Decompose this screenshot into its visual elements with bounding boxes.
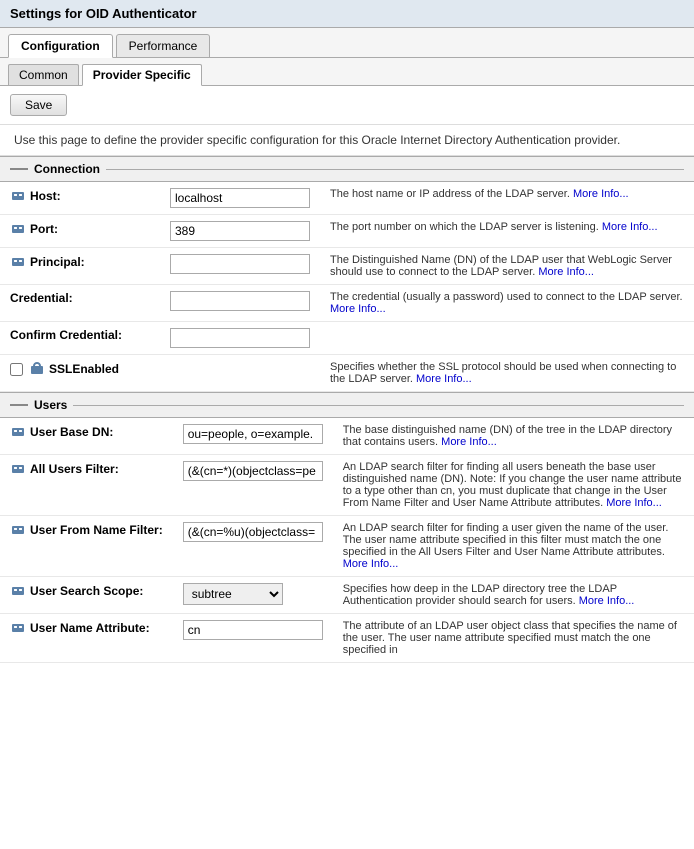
user-name-attribute-desc: The attribute of an LDAP user object cla…	[343, 620, 677, 656]
user-search-scope-label: User Search Scope:	[30, 584, 143, 598]
ssl-more-info[interactable]: More Info...	[416, 373, 472, 385]
tab-provider-specific[interactable]: Provider Specific	[82, 64, 202, 86]
ssl-checkbox[interactable]	[10, 363, 23, 376]
ssl-label: SSLEnabled	[49, 362, 119, 376]
user-base-dn-more-info[interactable]: More Info...	[441, 436, 497, 448]
user-name-attribute-label: User Name Attribute:	[30, 621, 150, 635]
principal-label: Principal:	[30, 255, 85, 269]
users-table: User Base DN: The base distinguished nam…	[0, 418, 694, 663]
connection-table: Host: The host name or IP address of the…	[0, 182, 694, 392]
table-row: User Name Attribute: The attribute of an…	[0, 614, 694, 663]
user-from-name-filter-label: User From Name Filter:	[30, 523, 163, 537]
user-from-name-filter-desc: An LDAP search filter for finding a user…	[343, 522, 669, 558]
host-field-icon	[10, 188, 26, 204]
page-title: Settings for OID Authenticator	[0, 0, 694, 28]
user-from-name-filter-more-info[interactable]: More Info...	[343, 558, 399, 570]
host-input[interactable]	[170, 188, 310, 208]
users-section-header: Users	[0, 392, 694, 418]
credential-more-info[interactable]: More Info...	[330, 303, 386, 315]
confirm-credential-label: Confirm Credential:	[10, 328, 122, 342]
port-label: Port:	[30, 222, 58, 236]
save-button[interactable]: Save	[10, 94, 67, 116]
tab-configuration[interactable]: Configuration	[8, 34, 113, 58]
all-users-filter-icon	[10, 461, 26, 477]
all-users-filter-more-info[interactable]: More Info...	[606, 497, 662, 509]
table-row: User From Name Filter: An LDAP search fi…	[0, 516, 694, 577]
table-row: SSLEnabled Specifies whether the SSL pro…	[0, 355, 694, 392]
credential-desc: The credential (usually a password) used…	[330, 291, 683, 303]
table-row: User Search Scope: subtree onelevel Spec…	[0, 577, 694, 614]
user-from-name-filter-icon	[10, 522, 26, 538]
confirm-credential-input[interactable]	[170, 328, 310, 348]
sub-tab-bar: Common Provider Specific	[0, 58, 694, 86]
principal-field-icon	[10, 254, 26, 270]
port-more-info[interactable]: More Info...	[602, 221, 658, 233]
page-description: Use this page to define the provider spe…	[0, 125, 694, 156]
all-users-filter-input[interactable]	[183, 461, 323, 481]
table-row: User Base DN: The base distinguished nam…	[0, 418, 694, 455]
user-search-scope-desc: Specifies how deep in the LDAP directory…	[343, 583, 617, 607]
table-row: All Users Filter: An LDAP search filter …	[0, 455, 694, 516]
table-row: Confirm Credential:	[0, 322, 694, 355]
connection-section-header: Connection	[0, 156, 694, 182]
table-row: Principal: The Distinguished Name (DN) o…	[0, 248, 694, 285]
host-label: Host:	[30, 189, 61, 203]
user-name-attribute-input[interactable]	[183, 620, 323, 640]
table-row: Credential: The credential (usually a pa…	[0, 285, 694, 322]
user-search-scope-more-info[interactable]: More Info...	[579, 595, 635, 607]
user-from-name-filter-input[interactable]	[183, 522, 323, 542]
principal-more-info[interactable]: More Info...	[538, 266, 594, 278]
principal-input[interactable]	[170, 254, 310, 274]
toolbar: Save	[0, 86, 694, 125]
user-base-dn-icon	[10, 424, 26, 440]
credential-label: Credential:	[10, 291, 73, 305]
port-field-icon	[10, 221, 26, 237]
host-more-info[interactable]: More Info...	[573, 188, 629, 200]
user-search-scope-icon	[10, 583, 26, 599]
user-search-scope-select[interactable]: subtree onelevel	[183, 583, 283, 605]
ssl-desc: Specifies whether the SSL protocol shoul…	[330, 361, 676, 385]
table-row: Port: The port number on which the LDAP …	[0, 215, 694, 248]
tab-common[interactable]: Common	[8, 64, 79, 85]
port-input[interactable]	[170, 221, 310, 241]
ssl-field-icon	[29, 361, 45, 377]
port-desc: The port number on which the LDAP server…	[330, 221, 599, 233]
host-desc: The host name or IP address of the LDAP …	[330, 188, 570, 200]
principal-desc: The Distinguished Name (DN) of the LDAP …	[330, 254, 672, 278]
top-tab-bar: Configuration Performance	[0, 28, 694, 58]
tab-performance[interactable]: Performance	[116, 34, 211, 57]
all-users-filter-label: All Users Filter:	[30, 462, 119, 476]
user-name-attribute-icon	[10, 620, 26, 636]
user-base-dn-desc: The base distinguished name (DN) of the …	[343, 424, 672, 448]
user-base-dn-label: User Base DN:	[30, 425, 113, 439]
credential-input[interactable]	[170, 291, 310, 311]
table-row: Host: The host name or IP address of the…	[0, 182, 694, 215]
user-base-dn-input[interactable]	[183, 424, 323, 444]
